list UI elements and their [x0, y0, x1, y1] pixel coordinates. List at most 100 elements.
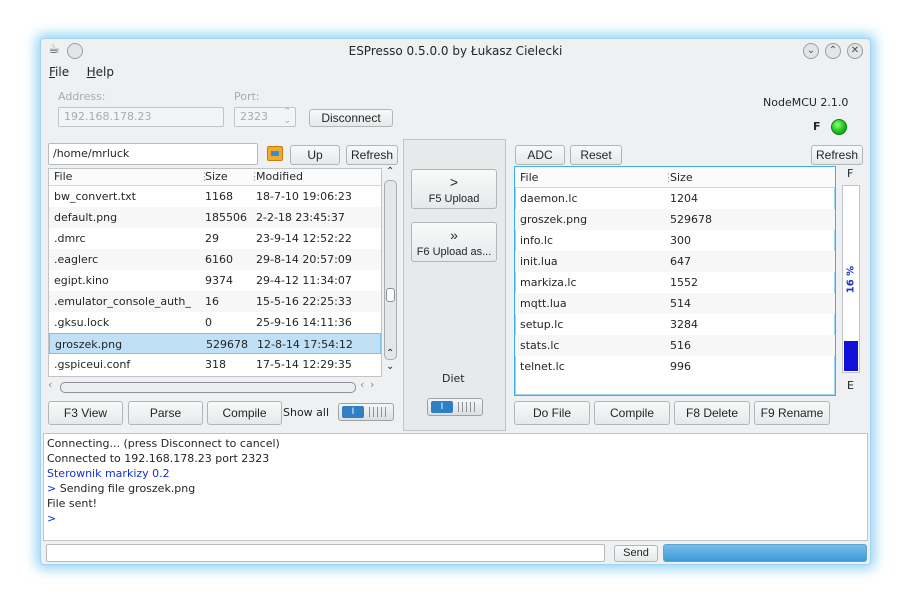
scroll-left-icon-2[interactable]: ‹	[360, 378, 364, 391]
hscroll-thumb[interactable]	[60, 382, 356, 393]
cell-size: 16	[205, 295, 219, 308]
local-path-input[interactable]: /home/mrluck	[48, 143, 258, 165]
log-prompt: >	[47, 512, 57, 525]
scroll-up-icon-2[interactable]: ⌃	[386, 348, 394, 359]
remote-file-row[interactable]: daemon.lc 1204	[515, 188, 835, 209]
upload-as-label: F6 Upload as...	[416, 245, 492, 258]
delete-button[interactable]: F8 Delete	[674, 401, 750, 425]
local-file-row[interactable]: .eaglerc 6160 29-8-14 20:57:09	[49, 249, 381, 270]
adc-button[interactable]: ADC	[515, 145, 565, 165]
minimize-icon[interactable]: ⌄	[803, 43, 819, 59]
f3-view-button[interactable]: F3 View	[48, 401, 123, 425]
coffee-cup-icon[interactable]: ☕	[46, 43, 62, 59]
cell-size: 0	[205, 316, 212, 329]
cell-modified: 18-7-10 19:06:23	[256, 190, 352, 203]
diet-toggle[interactable]: I	[427, 398, 483, 416]
local-compile-button[interactable]: Compile	[207, 401, 282, 425]
local-hscrollbar[interactable]: ‹ ‹ ›	[48, 378, 382, 394]
scroll-track[interactable]	[384, 180, 397, 360]
menu-file[interactable]: File	[49, 65, 69, 79]
cell-size: 29	[205, 232, 219, 245]
scroll-thumb[interactable]	[386, 288, 395, 302]
scroll-left-icon[interactable]: ‹	[48, 378, 52, 391]
log-line: Sterownik markizy 0.2	[47, 467, 170, 480]
remote-col-size[interactable]: Size	[670, 167, 693, 188]
remote-refresh-button[interactable]: Refresh	[811, 145, 863, 165]
log-line-sending: > Sending file groszek.png	[47, 482, 196, 495]
local-file-row[interactable]: .dmrc 29 23-9-14 12:52:22	[49, 228, 381, 249]
col-file[interactable]: File	[54, 169, 72, 185]
cell-name: .emulator_console_auth_	[54, 295, 191, 308]
diet-label: Diet	[442, 372, 465, 385]
cell-size: 1552	[670, 276, 698, 289]
cell-size: 300	[670, 234, 691, 247]
up-button[interactable]: Up	[290, 145, 340, 165]
show-all-toggle[interactable]: I	[338, 403, 394, 421]
cell-name: daemon.lc	[520, 192, 578, 205]
local-file-row[interactable]: bw_convert.txt 1168 18-7-10 19:06:23	[49, 186, 381, 207]
cell-modified: 2-2-18 23:45:37	[256, 211, 345, 224]
upload-as-button[interactable]: » F6 Upload as...	[411, 222, 497, 262]
scroll-up-icon[interactable]: ⌃	[386, 166, 394, 177]
log-line: File sent!	[47, 497, 98, 510]
do-file-button[interactable]: Do File	[514, 401, 590, 425]
remote-file-row[interactable]: info.lc 300	[515, 230, 835, 251]
upload-button[interactable]: > F5 Upload	[411, 169, 497, 209]
cell-size: 996	[670, 360, 691, 373]
rename-button[interactable]: F9 Rename	[754, 401, 830, 425]
remote-file-row[interactable]: stats.lc 516	[515, 335, 835, 356]
col-size[interactable]: Size	[205, 169, 228, 185]
cell-name: egipt.kino	[54, 274, 109, 287]
scroll-down-icon[interactable]: ⌄	[386, 361, 394, 372]
col-modified[interactable]: Modified	[256, 169, 303, 185]
cell-name: .eaglerc	[54, 253, 99, 266]
menu-help[interactable]: Help	[87, 65, 114, 79]
circle-icon[interactable]	[67, 43, 83, 59]
scroll-right-icon[interactable]: ›	[370, 378, 374, 391]
disconnect-button[interactable]: Disconnect	[309, 109, 393, 127]
cell-size: 514	[670, 297, 691, 310]
reset-button[interactable]: Reset	[570, 145, 622, 165]
local-file-row[interactable]: .emulator_console_auth_ 16 15-5-16 22:25:3…	[49, 291, 381, 312]
remote-file-row[interactable]: groszek.png 529678	[515, 209, 835, 230]
cell-size: 1168	[205, 190, 233, 203]
maximize-icon[interactable]: ⌃	[825, 43, 841, 59]
spin-arrows-icon[interactable]: ⌃ ⌄	[283, 108, 291, 126]
address-field[interactable]: 192.168.178.23	[58, 107, 224, 127]
local-vscrollbar[interactable]: ⌃ ⌃ ⌄	[383, 166, 399, 377]
remote-file-row[interactable]: init.lua 647	[515, 251, 835, 272]
cell-size: 185506	[205, 211, 247, 224]
port-spinbox[interactable]: 2323 ⌃ ⌄	[234, 107, 296, 127]
local-file-row[interactable]: groszek.png 529678 12-8-14 17:54:12	[49, 333, 381, 354]
cell-name: .gksu.lock	[54, 316, 110, 329]
local-file-table[interactable]: File ⋮ Size ⋮ Modified bw_convert.txt 116…	[48, 168, 382, 377]
cell-modified: 25-9-16 14:11:36	[256, 316, 352, 329]
transfer-progress-bar	[663, 544, 867, 562]
local-file-row[interactable]: egipt.kino 9374 29-4-12 11:34:07	[49, 270, 381, 291]
cell-size: 529678	[206, 338, 248, 351]
storage-gauge: 16 %	[842, 185, 860, 373]
remote-file-row[interactable]: setup.lc 3284	[515, 314, 835, 335]
remote-file-row[interactable]: markiza.lc 1552	[515, 272, 835, 293]
console-log[interactable]: Connecting... (press Disconnect to cance…	[43, 433, 868, 541]
menu-bar: File Help	[49, 65, 128, 83]
cell-name: info.lc	[520, 234, 554, 247]
remote-file-table[interactable]: File ⋮ Size daemon.lc 1204 groszek.png 5296…	[514, 166, 836, 396]
remote-compile-button[interactable]: Compile	[594, 401, 670, 425]
remote-file-row[interactable]: telnet.lc 996	[515, 356, 835, 377]
remote-file-row[interactable]: mqtt.lua 514	[515, 293, 835, 314]
close-icon[interactable]: ✕	[847, 43, 863, 59]
local-file-row[interactable]: default.png 185506 2-2-18 23:45:37	[49, 207, 381, 228]
remote-col-file[interactable]: File	[520, 167, 538, 188]
parse-button[interactable]: Parse	[128, 401, 203, 425]
cell-size: 318	[205, 358, 226, 371]
cell-name: markiza.lc	[520, 276, 577, 289]
local-file-row[interactable]: .gksu.lock 0 25-9-16 14:11:36	[49, 312, 381, 333]
local-file-row[interactable]: .gspiceui.conf 318 17-5-14 12:29:35	[49, 354, 381, 375]
local-refresh-button[interactable]: Refresh	[346, 145, 398, 165]
folder-icon[interactable]	[267, 146, 283, 161]
cell-name: bw_convert.txt	[54, 190, 136, 203]
command-input[interactable]	[46, 544, 605, 562]
send-button[interactable]: Send	[614, 545, 658, 562]
cell-name: .dmrc	[54, 232, 86, 245]
